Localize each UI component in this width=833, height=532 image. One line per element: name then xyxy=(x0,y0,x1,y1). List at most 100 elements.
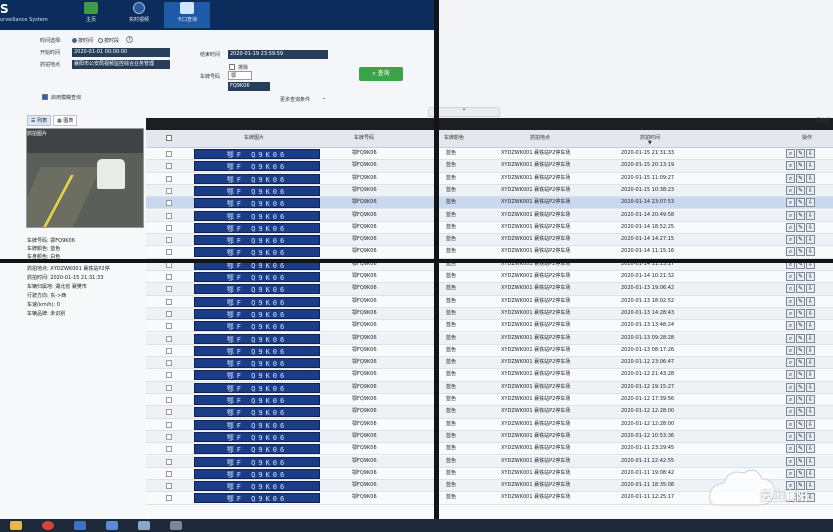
table-row[interactable]: 鄂F Q9K06 鄂FQ9K06 蓝色 XYDZWK001 襄铁站P2停车场 2020-… xyxy=(146,419,833,431)
plate-image[interactable]: 鄂F Q9K06 xyxy=(194,149,320,159)
plate-image[interactable]: 鄂F Q9K06 xyxy=(194,272,320,282)
app-icon[interactable] xyxy=(138,521,150,530)
table-row[interactable]: 鄂F Q9K06 鄂FQ9K06 蓝色 XYDZWK001 襄铁站P2停车场 2020-… xyxy=(146,296,833,308)
plate-image[interactable]: 鄂F Q9K06 xyxy=(194,321,320,332)
download-icon[interactable]: ⇩ xyxy=(806,247,815,257)
plate-image[interactable]: 鄂F Q9K06 xyxy=(194,308,320,319)
tab-chart[interactable]: ▦ 图表 xyxy=(53,115,78,126)
edit-icon[interactable]: ✎ xyxy=(796,210,805,220)
chevron-down-icon[interactable]: ⌄ xyxy=(322,95,326,101)
download-icon[interactable]: ⇩ xyxy=(806,235,815,245)
row-checkbox[interactable] xyxy=(166,286,172,293)
edit-icon[interactable]: ✎ xyxy=(796,198,805,208)
row-checkbox[interactable] xyxy=(166,200,172,207)
table-row[interactable]: 鄂F Q9K06 鄂FQ9K06 蓝色 XYDZWK001 襄铁站P2停车场 2020-… xyxy=(146,283,833,296)
table-row[interactable]: 鄂F Q9K06 鄂FQ9K06 蓝色 XYDZWK001 襄铁站P2停车场 2020-… xyxy=(146,197,833,210)
table-row[interactable]: 鄂F Q9K06 鄂FQ9K06 蓝色 XYDZWK001 襄铁站P2停车场 2020-… xyxy=(146,271,833,284)
plate-image[interactable]: 鄂F Q9K06 xyxy=(194,296,320,307)
download-icon[interactable]: ⇩ xyxy=(806,358,815,368)
plate-image[interactable]: 鄂F Q9K06 xyxy=(194,395,320,405)
edit-icon[interactable]: ✎ xyxy=(796,345,805,355)
row-checkbox[interactable] xyxy=(166,495,172,502)
exclude-checkbox[interactable] xyxy=(229,64,235,70)
plate-image[interactable]: 鄂F Q9K06 xyxy=(194,161,320,172)
edit-icon[interactable]: ✎ xyxy=(796,419,805,429)
plate-image[interactable]: 鄂F Q9K06 xyxy=(194,222,320,233)
edit-icon[interactable]: ✎ xyxy=(796,407,805,417)
select-all-checkbox[interactable] xyxy=(166,135,172,141)
plate-image[interactable]: 鄂F Q9K06 xyxy=(194,198,320,209)
table-row[interactable]: 鄂F Q9K06 鄂FQ9K06 蓝色 XYDZWK001 襄铁站P2停车场 2020-… xyxy=(146,246,833,259)
export-button[interactable]: 导出所 xyxy=(816,117,831,124)
view-icon[interactable]: ⌕ xyxy=(786,370,795,380)
row-checkbox[interactable] xyxy=(166,249,172,256)
download-icon[interactable]: ⇩ xyxy=(806,333,815,343)
table-row[interactable]: 鄂F Q9K06 鄂FQ9K06 蓝色 XYDZWK001 襄铁站P2停车场 2020-… xyxy=(146,406,833,419)
row-checkbox[interactable] xyxy=(166,360,172,367)
download-icon[interactable]: ⇩ xyxy=(806,308,815,318)
row-checkbox[interactable] xyxy=(166,163,172,170)
table-row[interactable]: 鄂F Q9K06 鄂FQ9K06 蓝色 XYDZWK001 襄铁站P2停车场 2020-… xyxy=(146,430,833,444)
edit-icon[interactable]: ✎ xyxy=(796,284,805,294)
plate-image[interactable]: 鄂F Q9K06 xyxy=(194,345,320,356)
table-row[interactable]: 鄂F Q9K06 鄂FQ9K06 蓝色 XYDZWK001 襄铁站P2停车场 2020-… xyxy=(146,184,833,198)
view-icon[interactable]: ⌕ xyxy=(786,419,795,429)
table-row[interactable]: 鄂F Q9K06 鄂FQ9K06 蓝色 XYDZWK001 襄铁站P2停车场 2020-… xyxy=(146,345,833,358)
download-icon[interactable]: ⇩ xyxy=(806,407,815,417)
row-checkbox[interactable] xyxy=(166,483,172,490)
radio-by-segment[interactable]: 按时段 xyxy=(98,37,119,44)
table-row[interactable]: 鄂F Q9K06 鄂FQ9K06 蓝色 XYDZWK001 襄铁站P2停车场 2020-… xyxy=(146,381,833,394)
nav-checkpoint-query[interactable]: 卡口查询 xyxy=(164,2,210,28)
table-row[interactable]: 鄂F Q9K06 鄂FQ9K06 蓝色 XYDZWK001 襄铁站P2停车场 2020-… xyxy=(146,357,833,370)
download-icon[interactable]: ⇩ xyxy=(806,272,815,281)
row-checkbox[interactable] xyxy=(166,175,172,182)
download-icon[interactable]: ⇩ xyxy=(806,370,815,380)
view-icon[interactable]: ⌕ xyxy=(786,284,795,294)
view-icon[interactable]: ⌕ xyxy=(786,431,795,441)
tab-list[interactable]: ☰ 列表 xyxy=(27,115,52,126)
edit-icon[interactable]: ✎ xyxy=(796,395,805,404)
app-icon[interactable] xyxy=(74,521,86,530)
radio-by-time[interactable]: 按时间 xyxy=(72,37,93,44)
plate-image[interactable]: 鄂F Q9K06 xyxy=(194,370,320,381)
row-checkbox[interactable] xyxy=(166,433,172,440)
row-checkbox[interactable] xyxy=(166,470,172,477)
row-checkbox[interactable] xyxy=(166,151,172,157)
plate-image[interactable]: 鄂F Q9K06 xyxy=(194,210,320,221)
table-row[interactable]: 鄂F Q9K06 鄂FQ9K06 蓝色 XYDZWK001 襄铁站P2停车场 2020-… xyxy=(146,307,833,321)
view-icon[interactable]: ⌕ xyxy=(786,345,795,355)
edit-icon[interactable]: ✎ xyxy=(796,431,805,441)
row-checkbox[interactable] xyxy=(166,409,172,416)
folder-icon[interactable] xyxy=(10,521,22,530)
row-checkbox[interactable] xyxy=(166,421,172,428)
view-icon[interactable]: ⌕ xyxy=(786,185,795,195)
download-icon[interactable]: ⇩ xyxy=(806,431,815,441)
table-row[interactable]: 鄂F Q9K06 鄂FQ9K06 蓝色 XYDZWK001 襄铁站P2停车场 2020-… xyxy=(146,173,833,185)
plate-number-input[interactable]: FQ9K06 xyxy=(228,82,270,91)
download-icon[interactable]: ⇩ xyxy=(806,296,815,306)
table-row[interactable]: 鄂F Q9K06 鄂FQ9K06 蓝色 XYDZWK001 襄铁站P2停车场 2020-… xyxy=(146,332,833,345)
view-icon[interactable]: ⌕ xyxy=(786,173,795,183)
more-conditions-link[interactable]: 更多查询条件 xyxy=(280,96,310,103)
row-checkbox[interactable] xyxy=(166,458,172,465)
edit-icon[interactable]: ✎ xyxy=(796,382,805,392)
table-row[interactable]: 鄂F Q9K06 鄂FQ9K06 蓝色 XYDZWK001 襄铁站P2停车场 2020-… xyxy=(146,222,833,235)
download-icon[interactable]: ⇩ xyxy=(806,198,815,208)
row-checkbox[interactable] xyxy=(166,397,172,403)
edit-icon[interactable]: ✎ xyxy=(796,247,805,257)
view-icon[interactable]: ⌕ xyxy=(786,407,795,417)
view-icon[interactable]: ⌕ xyxy=(786,395,795,404)
row-checkbox[interactable] xyxy=(166,224,172,231)
view-icon[interactable]: ⌕ xyxy=(786,358,795,368)
edit-icon[interactable]: ✎ xyxy=(796,370,805,380)
edit-icon[interactable]: ✎ xyxy=(796,358,805,368)
end-time-input[interactable]: 2020-01-19 23:59:59 xyxy=(228,50,328,59)
download-icon[interactable]: ⇩ xyxy=(806,173,815,183)
download-icon[interactable]: ⇩ xyxy=(806,395,815,404)
edit-icon[interactable]: ✎ xyxy=(796,321,805,331)
edit-icon[interactable]: ✎ xyxy=(796,235,805,245)
plate-image[interactable]: 鄂F Q9K06 xyxy=(194,419,320,430)
table-row[interactable]: 鄂F Q9K06 鄂FQ9K06 蓝色 XYDZWK001 襄铁站P2停车场 2020-… xyxy=(146,234,833,247)
table-row[interactable]: 鄂F Q9K06 鄂FQ9K06 蓝色 XYDZWK001 襄铁站P2停车场 2020-… xyxy=(146,148,833,161)
row-checkbox[interactable] xyxy=(166,212,172,219)
